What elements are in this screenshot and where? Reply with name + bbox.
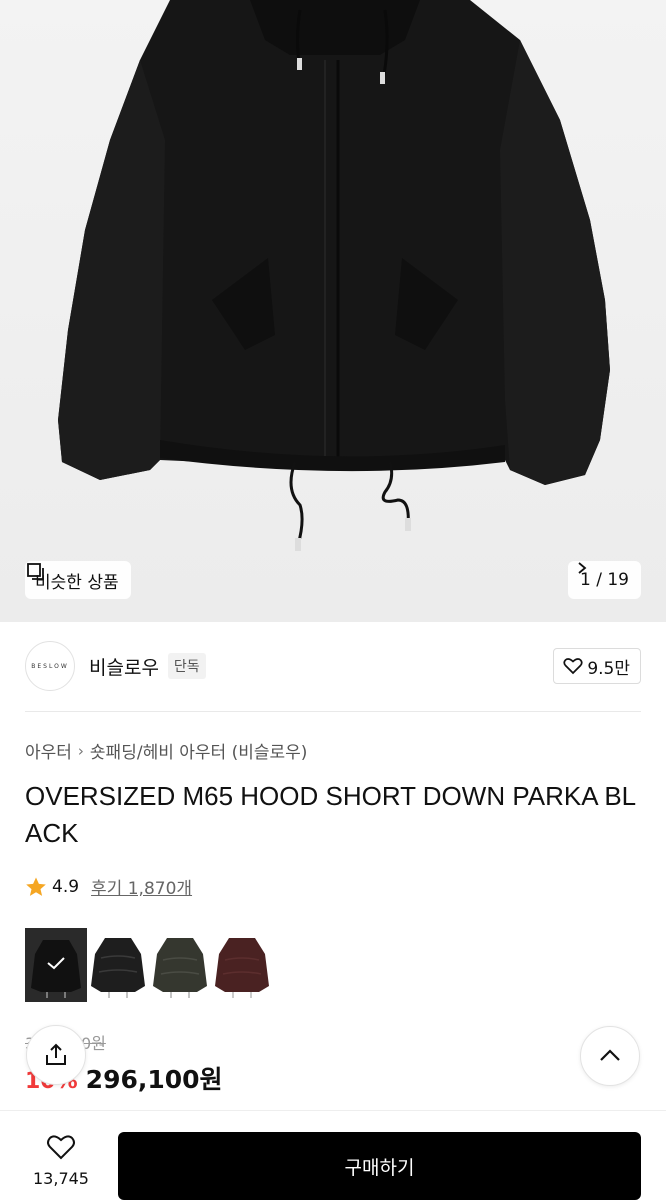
copy-icon — [27, 563, 44, 580]
brand-row: BESLOW 비슬로우 단독 9.5만 — [25, 640, 641, 692]
wishlist-button[interactable]: 13,745 — [26, 1133, 96, 1188]
bottom-action-bar: 13,745 구매하기 — [0, 1110, 666, 1200]
similar-products-label: 비슷한 상품 — [35, 572, 119, 593]
chevron-up-icon — [600, 1049, 620, 1061]
swatch-leather-black[interactable] — [87, 928, 149, 1002]
wishlist-count: 13,745 — [33, 1169, 89, 1188]
similar-products-button[interactable]: 비슷한 상품 — [25, 561, 131, 599]
divider — [25, 711, 641, 712]
buy-button[interactable]: 구매하기 — [118, 1132, 641, 1200]
breadcrumb: 아우터 › 숏패딩/헤비 아우터 (비슬로우) — [25, 738, 307, 764]
heart-icon — [563, 658, 583, 675]
sale-price: 296,100원 — [85, 1065, 223, 1094]
star-icon — [26, 877, 46, 896]
jacket-image — [0, 0, 666, 622]
scroll-top-button[interactable] — [580, 1026, 640, 1086]
brand-like-button[interactable]: 9.5만 — [553, 648, 641, 684]
chevron-right-icon — [578, 562, 587, 574]
chevron-right-icon: › — [77, 741, 84, 760]
image-counter-button[interactable]: 1 / 19 — [568, 561, 641, 599]
brand-like-count: 9.5만 — [587, 658, 630, 679]
brand-name[interactable]: 비슬로우 — [89, 653, 159, 680]
brand-logo-text: BESLOW — [31, 662, 69, 670]
swatch-burgundy[interactable] — [211, 928, 273, 1002]
share-button[interactable] — [26, 1025, 86, 1085]
product-title: OVERSIZED M65 HOOD SHORT DOWN PARKA BLAC… — [25, 781, 637, 848]
swatch-image — [211, 928, 273, 1002]
heart-icon — [47, 1135, 75, 1160]
brand-logo[interactable]: BESLOW — [25, 641, 75, 691]
swatch-image — [87, 928, 149, 1002]
breadcrumb-item[interactable]: 아우터 — [25, 738, 72, 763]
product-image-gallery[interactable]: 비슷한 상품 1 / 19 — [0, 0, 666, 622]
color-swatches — [25, 928, 273, 1002]
breadcrumb-item[interactable]: 숏패딩/헤비 아우터 (비슬로우) — [90, 738, 307, 763]
exclusive-badge: 단독 — [167, 653, 206, 679]
swatch-khaki-black[interactable] — [149, 928, 211, 1002]
check-icon — [47, 957, 65, 970]
rating-row: 4.9 후기 1,870개 — [25, 874, 192, 899]
reviews-link[interactable]: 후기 1,870개 — [91, 874, 192, 899]
rating-score: 4.9 — [52, 876, 80, 897]
share-icon — [46, 1043, 66, 1065]
swatch-black[interactable] — [25, 928, 87, 1002]
swatch-image — [149, 928, 211, 1002]
